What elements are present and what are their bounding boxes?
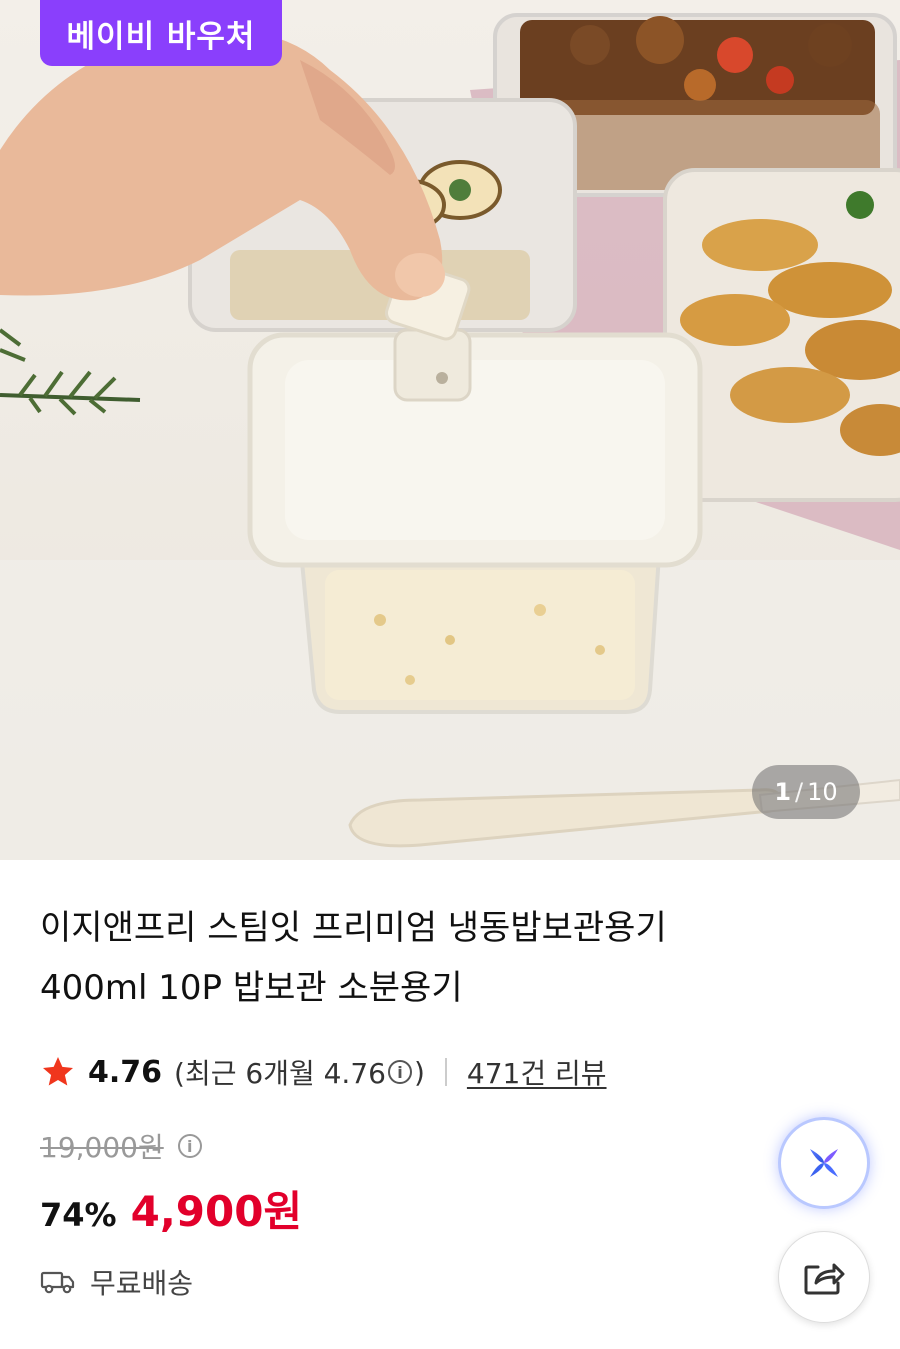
ai-assistant-button[interactable] <box>778 1117 870 1209</box>
recent-rating-close: ) <box>413 1055 425 1089</box>
share-button[interactable] <box>778 1231 870 1323</box>
counter-total: 10 <box>807 778 838 806</box>
original-price-row: 19,000원 i <box>40 1124 204 1168</box>
share-icon <box>804 1263 845 1295</box>
counter-current: 1 <box>774 778 792 806</box>
star-icon <box>43 1057 73 1086</box>
ai-assistant-icon <box>810 1149 838 1177</box>
product-image-carousel[interactable]: 베이비 바우처 1 / 10 <box>0 0 900 860</box>
rating-row: 4.76 (최근 6개월 4.76 i ) 471건 리뷰 <box>40 1050 607 1094</box>
info-icon[interactable]: i <box>387 1060 412 1084</box>
review-count-link[interactable]: 471건 리뷰 <box>467 1052 607 1092</box>
divider <box>444 1058 447 1086</box>
rating-score: 4.76 <box>88 1054 163 1090</box>
truck-icon <box>40 1271 75 1294</box>
product-title-line1: 이지앤프리 스팀잇 프리미엄 냉동밥보관용기 <box>40 908 667 948</box>
image-page-counter: 1 / 10 <box>752 765 860 819</box>
recent-rating-text: (최근 6개월 4.76 <box>174 1057 386 1090</box>
sale-price-row: 74% 4,900원 <box>40 1178 302 1238</box>
free-shipping-label: 무료배송 <box>90 1267 194 1300</box>
product-title: 이지앤프리 스팀잇 프리미엄 냉동밥보관용기 400ml 10P 밥보관 소분용… <box>40 898 820 1018</box>
original-price: 19,000원 <box>40 1131 164 1164</box>
price-info-icon[interactable]: i <box>177 1134 202 1158</box>
counter-separator: / <box>795 778 804 806</box>
discount-rate: 74% <box>40 1196 117 1234</box>
baby-voucher-badge: 베이비 바우처 <box>40 0 282 66</box>
sale-price: 4,900원 <box>130 1187 303 1236</box>
product-photo <box>0 13 900 860</box>
product-title-line2: 400ml 10P 밥보관 소분용기 <box>40 968 463 1008</box>
shipping-row: 무료배송 <box>40 1260 193 1304</box>
